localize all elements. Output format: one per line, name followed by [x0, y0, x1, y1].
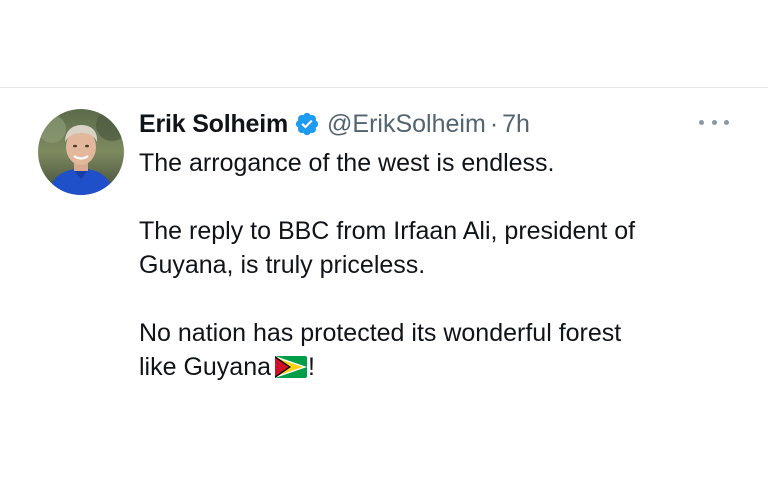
tweet-line: The reply to BBC from Irfaan Ali, presid… [139, 217, 636, 245]
profile-photo-icon [38, 109, 124, 195]
avatar[interactable] [38, 109, 124, 195]
tweet-text-fragment: ! [308, 353, 315, 381]
tweet-text: The arrogance of the west is endless. Th… [139, 146, 739, 384]
divider [0, 87, 768, 88]
more-dot [699, 119, 704, 125]
more-dot [724, 119, 729, 125]
tweet-line: like Guyana ! [139, 350, 739, 384]
timestamp[interactable]: 7h [502, 110, 530, 139]
tweet-line: Guyana, is truly priceless. [139, 251, 426, 279]
display-name[interactable]: Erik Solheim [139, 110, 288, 139]
tweet-content: Erik Solheim @ErikSolheim · 7h The arrog… [139, 104, 739, 384]
more-horizontal-icon[interactable] [699, 112, 729, 132]
tweet-text-fragment: like Guyana [139, 353, 272, 381]
tweet-header: Erik Solheim @ErikSolheim · 7h [139, 104, 739, 144]
tweet-line: The arrogance of the west is endless. [139, 149, 555, 177]
page: Erik Solheim @ErikSolheim · 7h The arrog… [0, 0, 768, 503]
tweet-line: No nation has protected its wonderful fo… [139, 319, 622, 347]
separator-dot: · [489, 109, 499, 138]
tweet-card[interactable]: Erik Solheim @ErikSolheim · 7h The arrog… [38, 104, 738, 444]
verified-badge-icon [294, 111, 320, 137]
guyana-flag-icon [275, 353, 308, 378]
more-dot [711, 119, 717, 125]
handle[interactable]: @ErikSolheim [327, 110, 486, 139]
